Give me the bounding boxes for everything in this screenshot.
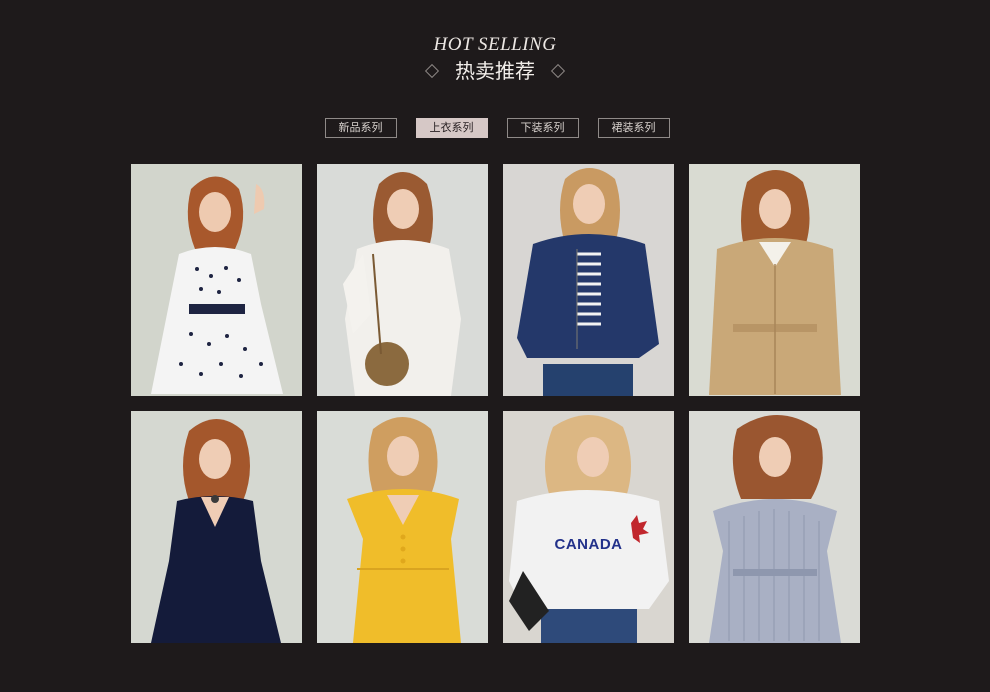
category-tabs: 新品系列 上衣系列 下装系列 裙装系列 (0, 118, 990, 138)
product-image (317, 411, 488, 643)
section-title-row: 热卖推荐 (0, 58, 990, 84)
product-card-striped-dress[interactable] (689, 411, 860, 643)
section-header: HOT SELLING 热卖推荐 (0, 34, 990, 84)
product-card-trench-coat[interactable] (689, 164, 860, 396)
product-grid: CANADA (131, 164, 860, 643)
diamond-right-icon (550, 63, 566, 79)
product-image (503, 411, 674, 643)
product-card-navy-dress[interactable] (131, 411, 302, 643)
product-image (503, 164, 674, 396)
product-card-yellow-dress[interactable] (317, 411, 488, 643)
product-image (131, 411, 302, 643)
product-card-sweatshirt[interactable]: CANADA (503, 411, 674, 643)
sweatshirt-print: CANADA (554, 536, 623, 553)
product-image (131, 164, 302, 396)
product-image (689, 164, 860, 396)
product-card-denim-jacket[interactable] (503, 164, 674, 396)
tab-dresses[interactable]: 裙装系列 (597, 118, 670, 138)
tab-bottoms[interactable]: 下装系列 (506, 118, 579, 138)
product-card-lace-top[interactable] (317, 164, 488, 396)
tab-new-arrivals[interactable]: 新品系列 (324, 118, 397, 138)
product-image (317, 164, 488, 396)
diamond-left-icon (424, 63, 440, 79)
section-eyebrow: HOT SELLING (433, 34, 557, 55)
tab-tops[interactable]: 上衣系列 (415, 118, 488, 138)
product-card-polka-dot-dress[interactable] (131, 164, 302, 396)
product-image (689, 411, 860, 643)
section-title: 热卖推荐 (455, 59, 535, 83)
